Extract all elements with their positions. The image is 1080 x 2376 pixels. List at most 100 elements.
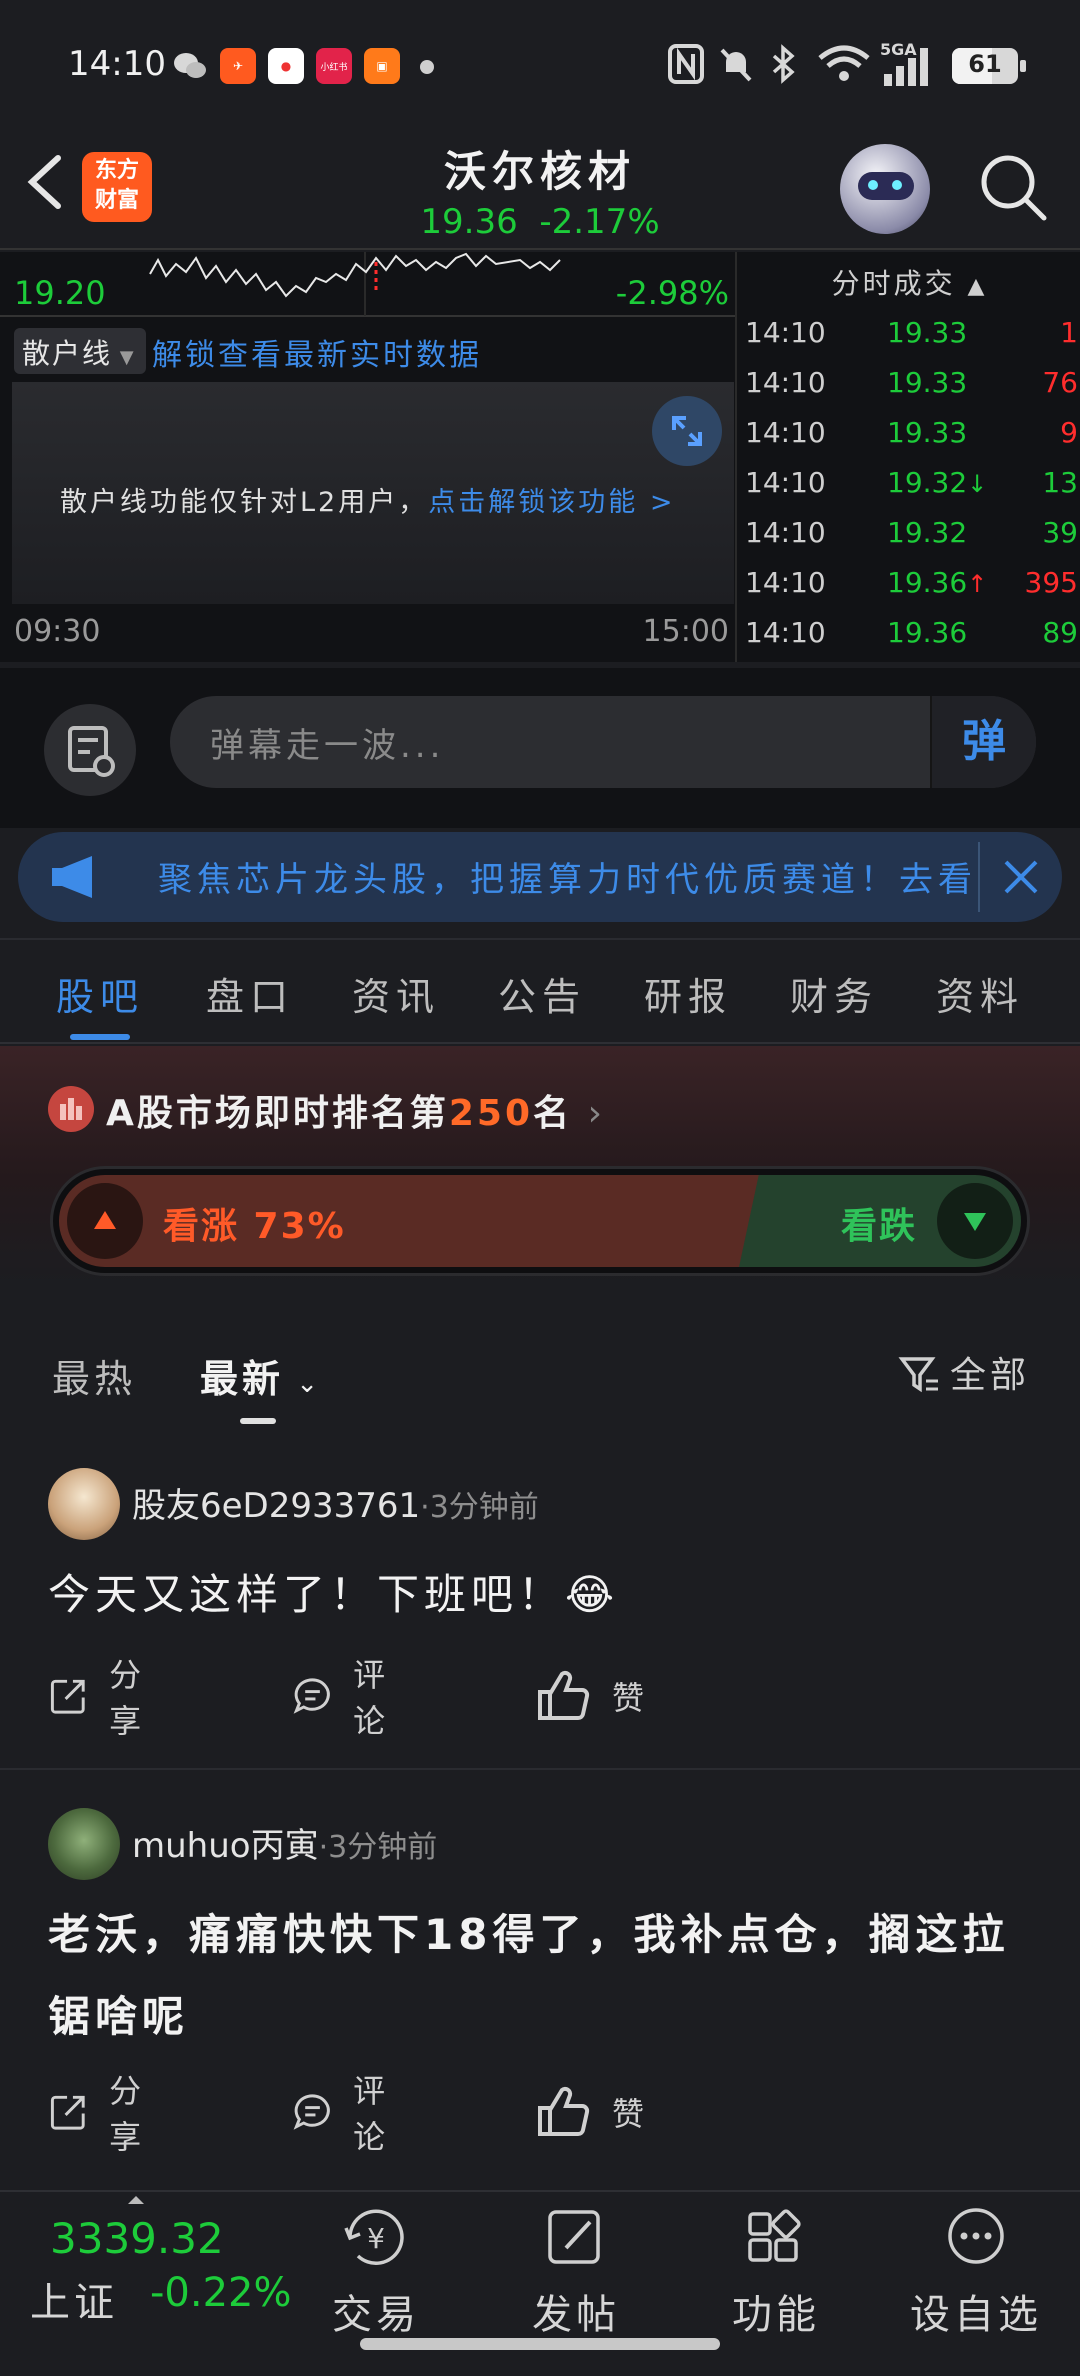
trade-price: 19.32↓ — [887, 466, 987, 499]
search-button[interactable] — [978, 152, 1048, 222]
tab-research[interactable]: 研报 — [644, 966, 732, 1021]
filter-button[interactable]: 全部 — [898, 1346, 1030, 1398]
trade-volume: 13 — [1042, 466, 1078, 499]
nav-post[interactable]: 发帖 — [496, 2202, 656, 2338]
sort-hot[interactable]: 最热 — [52, 1348, 136, 1403]
trade-row: 14:10 19.33 76 — [737, 366, 1080, 416]
danmu-settings-button[interactable] — [44, 704, 136, 796]
time-end: 15:00 — [642, 614, 729, 649]
post-author[interactable]: 股友6eD2933761·3分钟前 — [132, 1478, 539, 1527]
post-card[interactable]: 股友6eD2933761·3分钟前 今天又这样了！下班吧！😂 分享 评论 赞 — [0, 1430, 1080, 1770]
trade-price: 19.36 — [887, 616, 967, 649]
trade-direction: ↑ — [967, 570, 988, 598]
index-quote[interactable]: 3339.32 上证 -0.22% — [0, 2192, 292, 2326]
trade-time: 14:10 — [745, 466, 826, 499]
avatar[interactable] — [48, 1468, 120, 1540]
trade-price-value: 19.33 — [887, 316, 968, 349]
trade-price: 19.33 — [887, 316, 967, 349]
retail-line-selector[interactable]: 散户线 ▼ — [14, 328, 146, 374]
like-button[interactable]: 赞 — [536, 2082, 644, 2142]
danmu-input[interactable]: 弹幕走一波... 弹 — [170, 696, 1036, 788]
battery-icon: 61 — [952, 48, 1026, 84]
share-label: 分享 — [109, 2072, 142, 2156]
trade-price-value: 19.32 — [887, 466, 968, 499]
thumbs-up-icon — [538, 1670, 590, 1720]
trade-volume: 9 — [1060, 416, 1078, 449]
nfc-icon — [668, 44, 704, 88]
post-text[interactable]: 老沃，痛痛快快下18得了，我补点仓，搁这拉锯啥呢 — [48, 1894, 1038, 2058]
tick-trades-header[interactable]: 分时成交 ▲ — [737, 262, 1080, 302]
danmu-send-button[interactable]: 弹 — [930, 696, 1036, 788]
trade-price: 19.33 — [887, 416, 967, 449]
nav-trade[interactable]: ¥ 交易 — [296, 2202, 456, 2338]
comment-button[interactable]: 评论 — [292, 2072, 400, 2156]
thumbs-up-icon — [538, 2086, 590, 2136]
like-label: 赞 — [612, 2095, 645, 2133]
trade-volume: 395 — [1024, 566, 1078, 599]
post-time: ·3分钟前 — [420, 1490, 539, 1525]
trade-row: 14:10 19.32 39 — [737, 516, 1080, 566]
tab-pankou[interactable]: 盘口 — [206, 966, 294, 1021]
promo-divider — [978, 842, 980, 912]
intraday-chart[interactable]: 19.20 -2.98% 散户线 ▼ 解锁查看最新实时数据 散户线功能仅针对L2… — [0, 252, 735, 662]
rank-prefix: A股市场即时排名第 — [106, 1093, 449, 1134]
search-icon — [981, 155, 1047, 221]
tick-trades-panel[interactable]: 分时成交 ▲ 14:10 19.33 1 14:10 19.33 76 14:10 19.33… — [735, 252, 1080, 662]
building-icon — [48, 1086, 94, 1132]
trade-row: 14:10 19.33 1 — [737, 316, 1080, 366]
trade-time: 14:10 — [745, 516, 826, 549]
tab-finance[interactable]: 财务 — [790, 966, 878, 1021]
l2-unlock-link[interactable]: 点击解锁该功能 > — [428, 487, 675, 518]
nav-functions-label: 功能 — [732, 2292, 820, 2338]
more-dot-icon — [420, 60, 434, 74]
rank-suffix: 名 — [533, 1093, 573, 1134]
post-text[interactable]: 今天又这样了！下班吧！😂 — [48, 1554, 1038, 1636]
tab-guba[interactable]: 股吧 — [56, 966, 144, 1021]
unlock-realtime-link[interactable]: 解锁查看最新实时数据 — [152, 330, 482, 374]
tab-profile[interactable]: 资料 — [936, 966, 1024, 1021]
filter-label: 全部 — [949, 1355, 1030, 1396]
trade-volume: 39 — [1042, 516, 1078, 549]
expand-button[interactable] — [652, 396, 722, 466]
trade-time: 14:10 — [745, 316, 826, 349]
trade-volume: 76 — [1042, 366, 1078, 399]
comment-button[interactable]: 评论 — [292, 1656, 400, 1740]
bull-bear-vote: 看涨 73% 看跌 — [50, 1166, 1030, 1276]
tab-announcements[interactable]: 公告 — [498, 966, 586, 1021]
trade-price-value: 19.33 — [887, 366, 968, 399]
nav-add-watchlist[interactable]: 设自选 — [896, 2202, 1056, 2338]
nav-trade-label: 交易 — [332, 2292, 420, 2338]
market-rank[interactable]: A股市场即时排名第250名 › — [106, 1084, 605, 1136]
avatar[interactable] — [48, 1808, 120, 1880]
sort-indicator — [240, 1418, 276, 1424]
bottom-nav: 3339.32 上证 -0.22% ¥ 交易 发帖 功能 设自选 — [0, 2190, 1080, 2338]
home-indicator[interactable] — [360, 2338, 720, 2350]
section-tabs: 股吧 盘口 资讯 公告 研报 财务 资料 — [0, 938, 1080, 1044]
danmu-bar: 弹幕走一波... 弹 — [0, 668, 1080, 828]
chevron-right-icon: › — [587, 1093, 605, 1134]
assistant-robot-icon[interactable] — [840, 144, 930, 234]
close-icon[interactable] — [998, 854, 1044, 900]
post-author[interactable]: muhuo丙寅·3分钟前 — [132, 1818, 437, 1867]
nav-post-label: 发帖 — [532, 2292, 620, 2338]
trade-price: 19.32 — [887, 516, 967, 549]
rank-number: 250 — [448, 1093, 534, 1134]
share-button[interactable]: 分享 — [48, 1656, 156, 1740]
trade-row: 14:10 19.36 89 — [737, 616, 1080, 666]
nav-functions[interactable]: 功能 — [696, 2202, 856, 2338]
tab-news[interactable]: 资讯 — [352, 966, 440, 1021]
share-label: 分享 — [109, 1656, 142, 1740]
chart-low-price: 19.20 — [14, 274, 106, 312]
like-button[interactable]: 赞 — [536, 1666, 644, 1726]
vote-down-button[interactable] — [937, 1183, 1013, 1259]
comment-icon — [293, 1678, 330, 1714]
l2-locked-panel: 散户线功能仅针对L2用户，点击解锁该功能 > — [12, 382, 734, 604]
share-button[interactable]: 分享 — [48, 2072, 156, 2156]
sort-up-icon: ▲ — [967, 274, 988, 299]
tick-trades-title: 分时成交 — [831, 267, 956, 300]
post-card[interactable]: muhuo丙寅·3分钟前 老沃，痛痛快快下18得了，我补点仓，搁这拉锯啥呢 分享… — [0, 1772, 1080, 2188]
yuan-cycle-icon: ¥ — [344, 2209, 404, 2265]
vote-up-button[interactable] — [67, 1183, 143, 1259]
promo-banner[interactable]: 聚焦芯片龙头股，把握算力时代优质赛道！去看看 — [18, 832, 1062, 922]
sort-new[interactable]: 最新 ⌄ — [200, 1348, 322, 1403]
